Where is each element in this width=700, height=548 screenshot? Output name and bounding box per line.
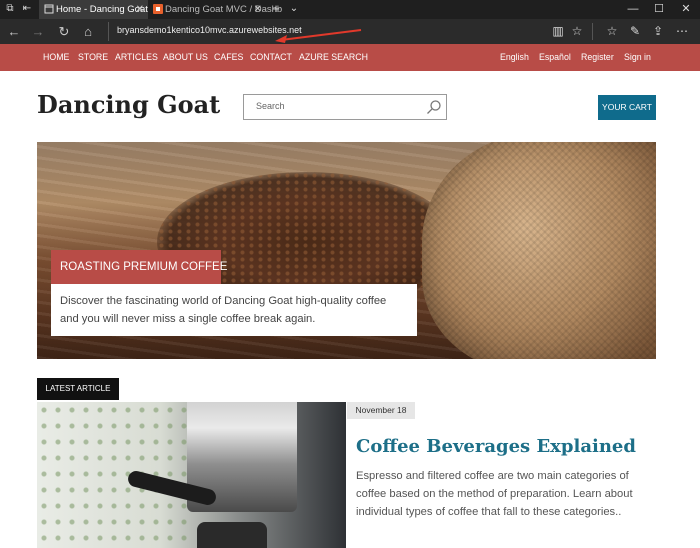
- favorite-star-icon[interactable]: ☆: [569, 23, 585, 39]
- article-title[interactable]: Coffee Beverages Explained: [356, 436, 636, 457]
- nav-sign-in[interactable]: Sign in: [624, 44, 651, 71]
- back-icon[interactable]: ←: [6, 24, 22, 40]
- search-icon[interactable]: [426, 99, 442, 115]
- refresh-icon[interactable]: ↻: [56, 24, 72, 40]
- nav-store[interactable]: STORE: [78, 44, 108, 71]
- nav-home[interactable]: HOME: [43, 44, 69, 71]
- hero-burlap-bag: [422, 142, 656, 359]
- share-icon[interactable]: ⇪: [650, 23, 666, 39]
- close-tab-icon[interactable]: ✕: [254, 0, 262, 19]
- search-box: [243, 94, 447, 120]
- tab-dashboard[interactable]: Dancing Goat MVC / Dashb ✕: [148, 0, 282, 19]
- article-date: November 18: [347, 402, 415, 419]
- tab-home-dancing-goat[interactable]: Home - Dancing Goat ✕: [39, 0, 148, 19]
- search-input[interactable]: [254, 100, 418, 112]
- favorites-hub-icon[interactable]: ☆: [604, 23, 620, 39]
- tab-actions-icon[interactable]: ⧉: [4, 3, 16, 15]
- minimize-icon[interactable]: —: [620, 0, 646, 19]
- reading-view-icon[interactable]: ▥: [550, 23, 566, 39]
- set-aside-tabs-icon[interactable]: ⇤: [21, 3, 33, 15]
- nav-contact[interactable]: CONTACT: [250, 44, 292, 71]
- article-image-bokeh: [37, 402, 187, 548]
- close-tab-icon[interactable]: ✕: [136, 0, 144, 19]
- nav-cafes[interactable]: CAFES: [214, 44, 243, 71]
- maximize-icon[interactable]: ☐: [646, 0, 672, 19]
- article-image[interactable]: [37, 402, 346, 548]
- close-window-icon[interactable]: ✕: [673, 0, 699, 19]
- site-favicon-icon: [153, 4, 163, 14]
- browser-address-bar: ← → ↻ ⌂ bryansdemo1kentico10mvc.azureweb…: [0, 19, 700, 44]
- more-icon[interactable]: ⋯: [674, 23, 690, 39]
- espresso-cup: [197, 522, 267, 548]
- new-tab-icon[interactable]: +: [270, 2, 282, 15]
- hero-tag[interactable]: ROASTING PREMIUM COFFEE: [51, 250, 227, 284]
- latest-article-label: LATEST ARTICLE: [37, 378, 119, 400]
- forward-icon[interactable]: →: [30, 24, 46, 40]
- browser-tab-bar: ⧉ ⇤ Home - Dancing Goat ✕ Dancing Goat M…: [0, 0, 700, 19]
- nav-espanol[interactable]: Español: [539, 44, 571, 71]
- page-icon: [44, 4, 54, 14]
- site-navigation: HOME STORE ARTICLES ABOUT US CAFES CONTA…: [0, 44, 700, 71]
- your-cart-button[interactable]: YOUR CART: [598, 95, 656, 120]
- divider: [108, 22, 109, 41]
- nav-about-us[interactable]: ABOUT US: [163, 44, 208, 71]
- tab-label: Dancing Goat MVC / Dashb: [165, 4, 283, 15]
- nav-articles[interactable]: ARTICLES: [115, 44, 158, 71]
- tab-label: Home - Dancing Goat: [56, 4, 148, 15]
- nav-azure-search[interactable]: AZURE SEARCH: [299, 44, 368, 71]
- divider: [592, 23, 593, 40]
- home-icon[interactable]: ⌂: [80, 24, 96, 40]
- site-logo[interactable]: Dancing Goat: [37, 90, 220, 119]
- article-summary: Espresso and filtered coffee are two mai…: [356, 470, 633, 518]
- chevron-down-icon[interactable]: ⌄: [288, 3, 300, 15]
- annotation-arrow: [275, 29, 362, 43]
- nav-register[interactable]: Register: [581, 44, 614, 71]
- pen-icon[interactable]: ✎: [627, 23, 643, 39]
- hero-text: Discover the fascinating world of Dancin…: [51, 284, 417, 336]
- nav-english[interactable]: English: [500, 44, 529, 71]
